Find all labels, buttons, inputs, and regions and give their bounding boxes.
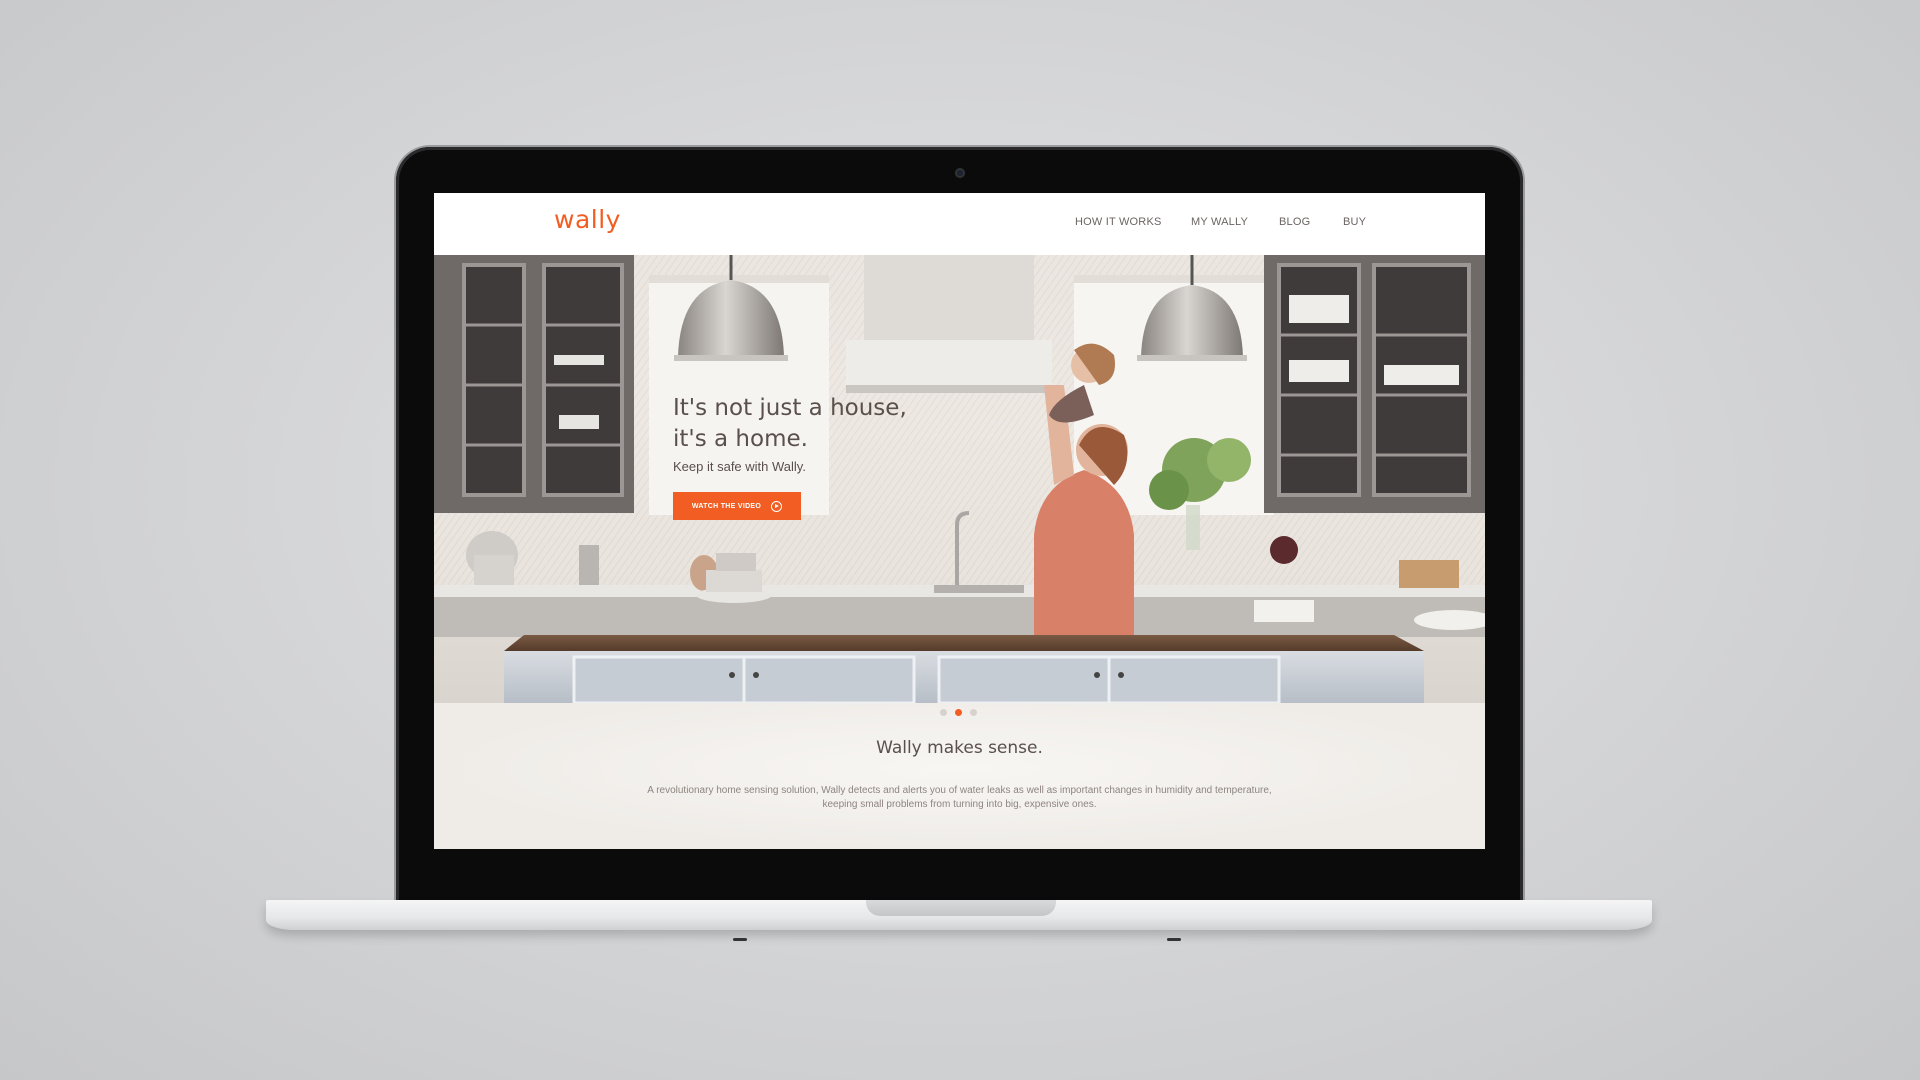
wally-logo[interactable]: wally (554, 205, 621, 234)
intro-title: Wally makes sense. (876, 738, 1043, 758)
hero-subtitle: Keep it safe with Wally. (673, 459, 806, 474)
carousel-dots (434, 709, 1485, 719)
laptop-foot (733, 938, 747, 941)
laptop-notch (866, 900, 1056, 916)
nav-blog[interactable]: BLOG (1279, 216, 1310, 228)
watch-video-button[interactable]: WATCH THE VIDEO (673, 492, 801, 520)
nav-buy[interactable]: BUY (1343, 216, 1366, 228)
carousel-dot-2[interactable] (955, 709, 962, 716)
laptop-screen: wally HOW IT WORKS MY WALLY BLOG BUY It'… (434, 193, 1485, 849)
intro-section (434, 703, 1485, 849)
laptop-foot (1167, 938, 1181, 941)
kitchen-photo (434, 255, 1485, 703)
site-header: wally HOW IT WORKS MY WALLY BLOG BUY (434, 193, 1485, 255)
carousel-dot-1[interactable] (940, 709, 947, 716)
hero-banner: It's not just a house, it's a home. Keep… (434, 255, 1485, 703)
play-circle-icon (771, 500, 783, 512)
webcam-icon (955, 168, 965, 178)
intro-text: A revolutionary home sensing solution, W… (647, 785, 1272, 810)
nav-how-it-works[interactable]: HOW IT WORKS (1075, 216, 1162, 228)
carousel-dot-3[interactable] (970, 709, 977, 716)
nav-my-wally[interactable]: MY WALLY (1191, 216, 1248, 228)
hero-title: It's not just a house, it's a home. (673, 395, 907, 452)
watch-video-label: WATCH THE VIDEO (691, 502, 762, 510)
